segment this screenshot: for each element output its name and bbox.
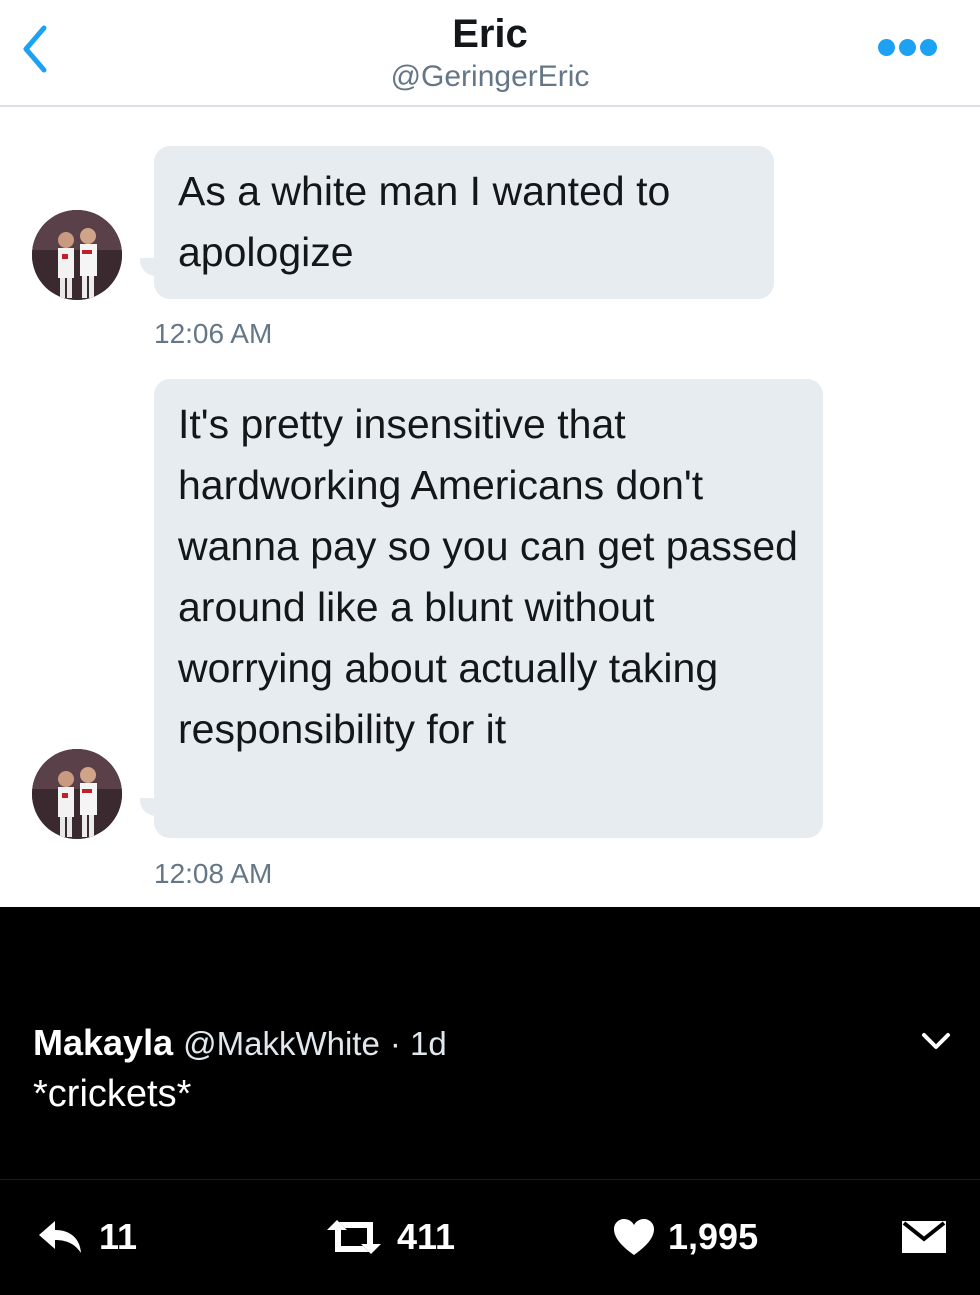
retweet-count: 411 <box>397 1216 456 1257</box>
tweet-author-handle[interactable]: @MakkWhite <box>183 1025 380 1062</box>
more-dots-icon <box>878 38 895 56</box>
avatar-photo <box>32 749 122 839</box>
message-timestamp: 12:06 AM <box>154 318 273 349</box>
direct-message-icon <box>902 1221 946 1253</box>
retweet-button[interactable]: 411 <box>323 1212 455 1262</box>
chevron-down-icon[interactable] <box>920 1029 952 1053</box>
tweet-author-line: Makayla @MakkWhite · 1d <box>33 1022 447 1064</box>
more-options-button[interactable] <box>878 36 938 58</box>
reply-icon <box>39 1221 81 1253</box>
message-bubble[interactable]: It's pretty insensitive that hardworking… <box>154 379 823 838</box>
like-button[interactable]: 1,995 <box>612 1212 758 1262</box>
message-timestamp: 12:08 AM <box>154 858 273 889</box>
tweet-author-name[interactable]: Makayla <box>33 1022 173 1063</box>
divider <box>0 1179 980 1180</box>
conversation-header: Eric @GeringerEric <box>0 0 980 107</box>
conversation-name: Eric <box>452 12 528 56</box>
direct-message-button[interactable] <box>900 1212 948 1262</box>
tweet-card: Makayla @MakkWhite · 1d *crickets* 11 41… <box>0 907 980 1295</box>
avatar[interactable] <box>32 749 122 839</box>
retweet-icon <box>327 1220 381 1254</box>
tweet-age: · 1d <box>389 1025 447 1062</box>
reply-button[interactable]: 11 <box>35 1212 137 1262</box>
message-bubble[interactable]: As a white man I wanted to apologize <box>154 146 774 299</box>
avatar-photo <box>32 210 122 300</box>
tweet-text: *crickets* <box>33 1073 192 1115</box>
avatar[interactable] <box>32 210 122 300</box>
heart-icon <box>614 1219 654 1255</box>
like-count: 1,995 <box>668 1216 759 1257</box>
conversation-handle: @GeringerEric <box>390 60 590 93</box>
reply-count: 11 <box>99 1216 138 1257</box>
